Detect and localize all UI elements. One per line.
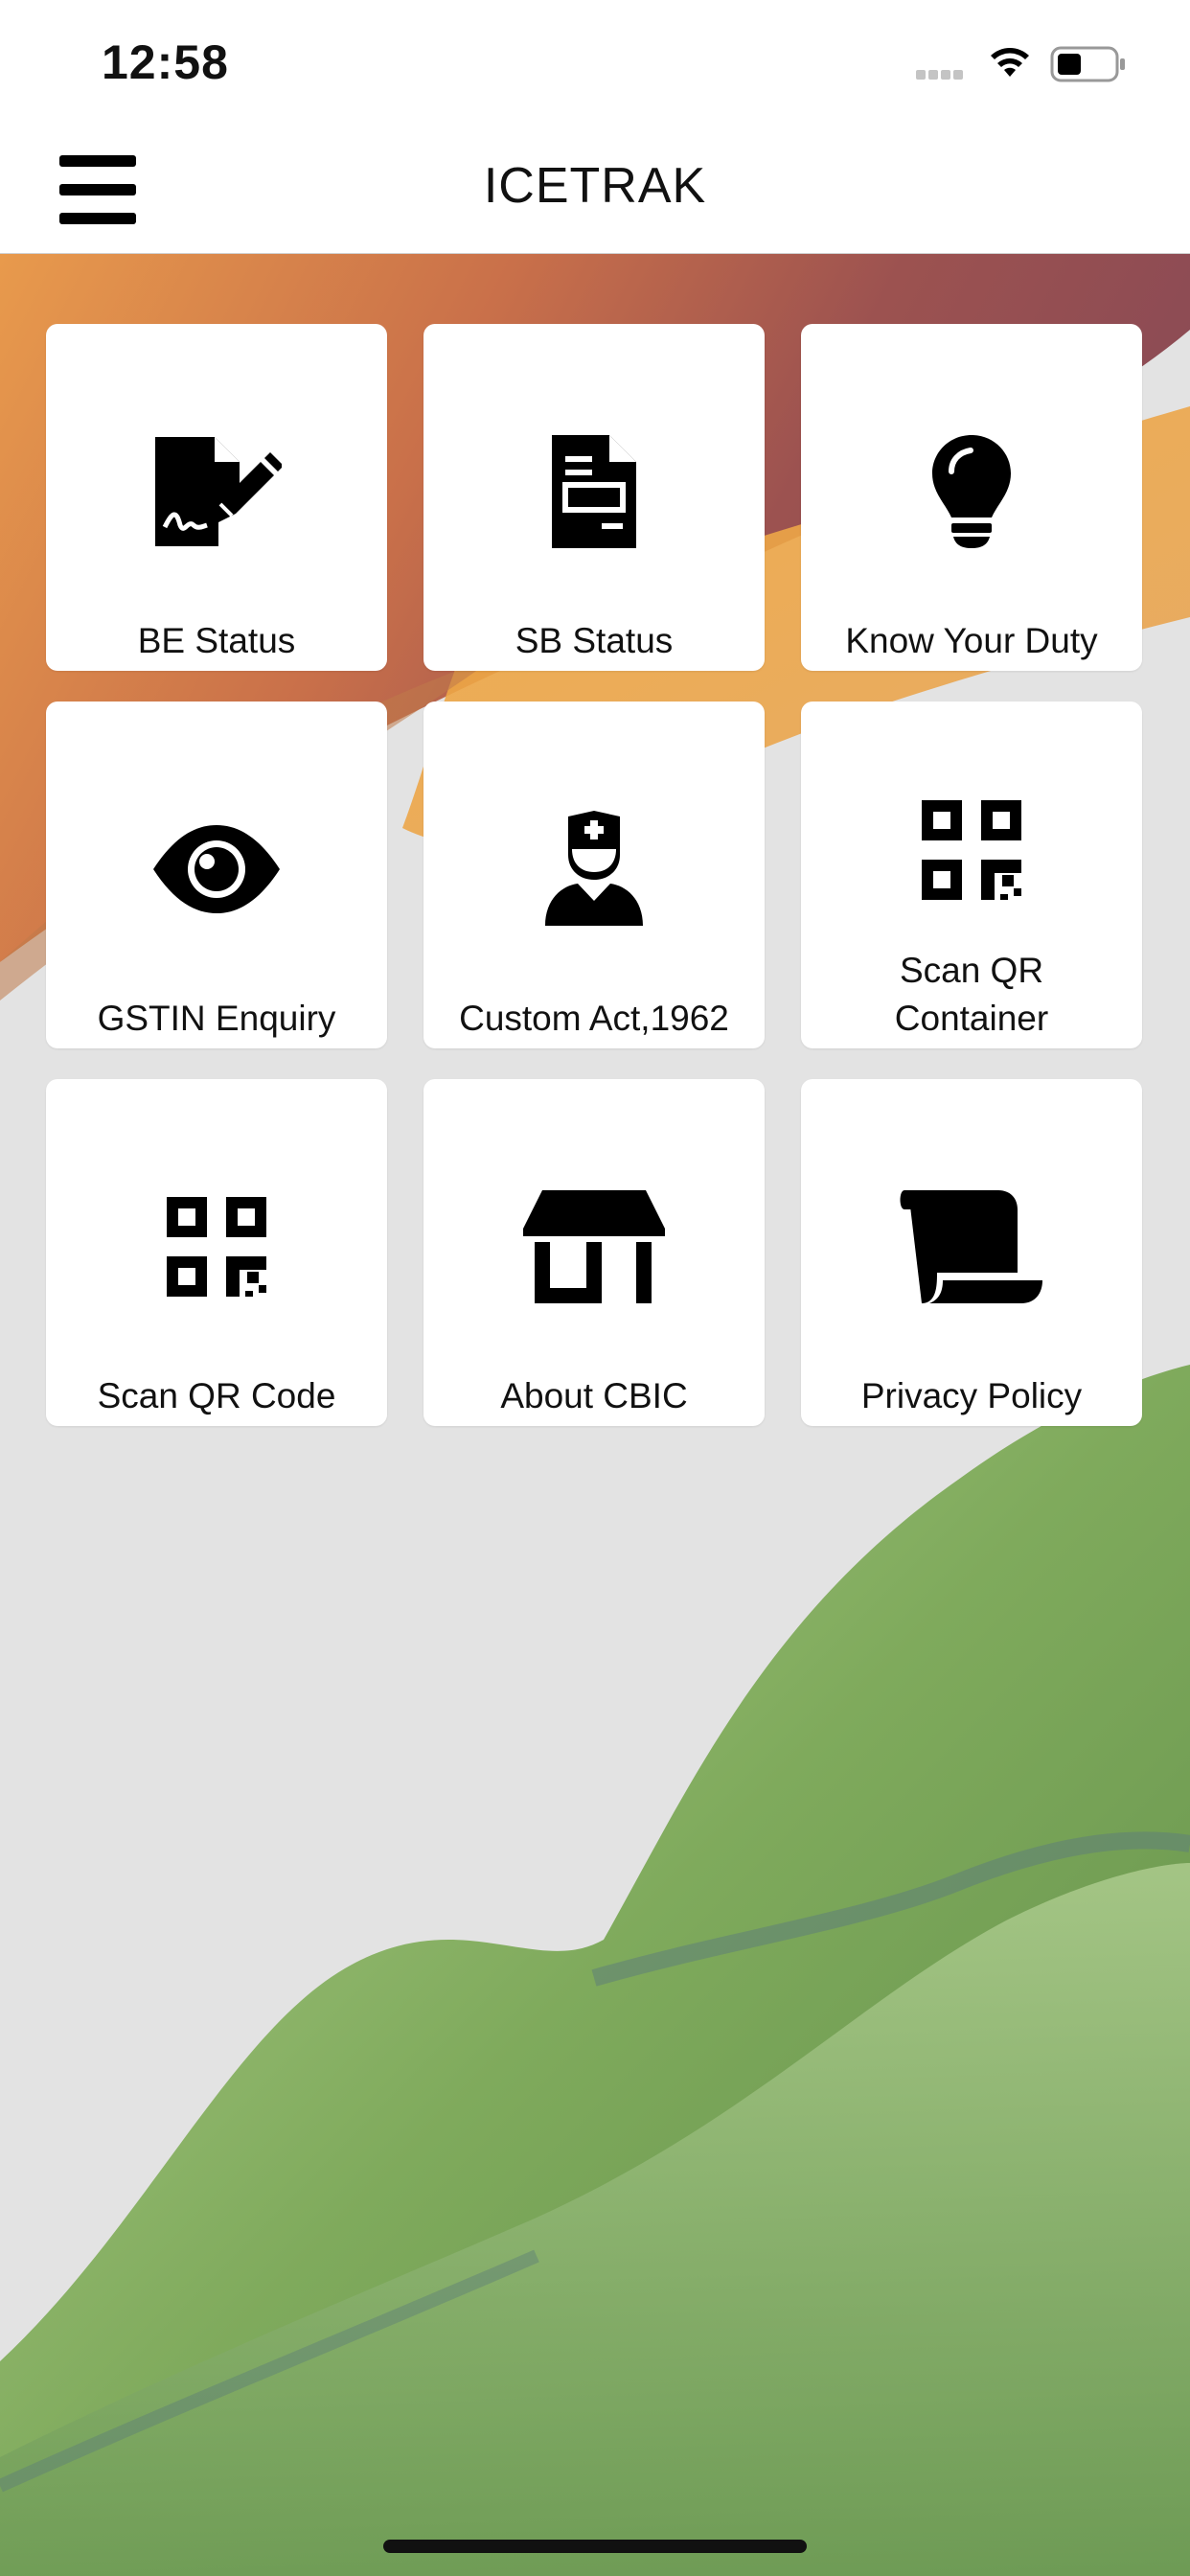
wifi-icon — [991, 48, 1029, 77]
qrcode-icon — [922, 800, 1021, 900]
tile-label: Know Your Duty — [845, 621, 1098, 660]
document-icon — [552, 435, 636, 548]
tile-gstin-enquiry[interactable]: GSTIN Enquiry — [46, 702, 387, 1048]
cellular-signal-icon — [916, 67, 966, 84]
tile-privacy-policy[interactable]: Privacy Policy — [801, 1079, 1142, 1426]
tile-sb-status[interactable]: SB Status — [423, 324, 765, 671]
tile-scan-qr-code[interactable]: Scan QR Code — [46, 1079, 387, 1426]
tile-label: Scan QR Code — [97, 1376, 336, 1415]
qrcode-icon — [167, 1197, 266, 1297]
tile-scan-qr-container[interactable]: Scan QR Container — [801, 702, 1142, 1048]
eye-icon — [153, 825, 280, 913]
app-header: ICETRAK — [0, 126, 1190, 254]
lightbulb-icon — [932, 435, 1011, 548]
tile-label: About CBIC — [500, 1376, 688, 1415]
home-indicator — [383, 2540, 807, 2553]
tile-label: BE Status — [137, 621, 296, 660]
tile-know-your-duty[interactable]: Know Your Duty — [801, 324, 1142, 671]
tile-label: Custom Act,1962 — [459, 999, 729, 1038]
scroll-icon — [900, 1190, 1042, 1303]
status-time: 12:58 — [102, 35, 229, 89]
tile-label: SB Status — [515, 621, 674, 660]
tile-label: Privacy Policy — [860, 1376, 1083, 1415]
tile-label: GSTIN Enquiry — [97, 999, 336, 1038]
status-bar: 12:58 — [0, 0, 1190, 126]
tile-be-status[interactable]: BE Status — [46, 324, 387, 671]
file-signature-icon — [155, 437, 282, 546]
tile-about-cbic[interactable]: About CBIC — [423, 1079, 765, 1426]
tile-custom-act[interactable]: Custom Act,1962 — [423, 702, 765, 1048]
page-title: ICETRAK — [483, 158, 707, 214]
store-icon — [523, 1190, 665, 1303]
user-nurse-icon — [545, 811, 643, 926]
battery-icon — [1050, 46, 1125, 82]
tile-label: Scan QR Container — [894, 951, 1049, 1038]
